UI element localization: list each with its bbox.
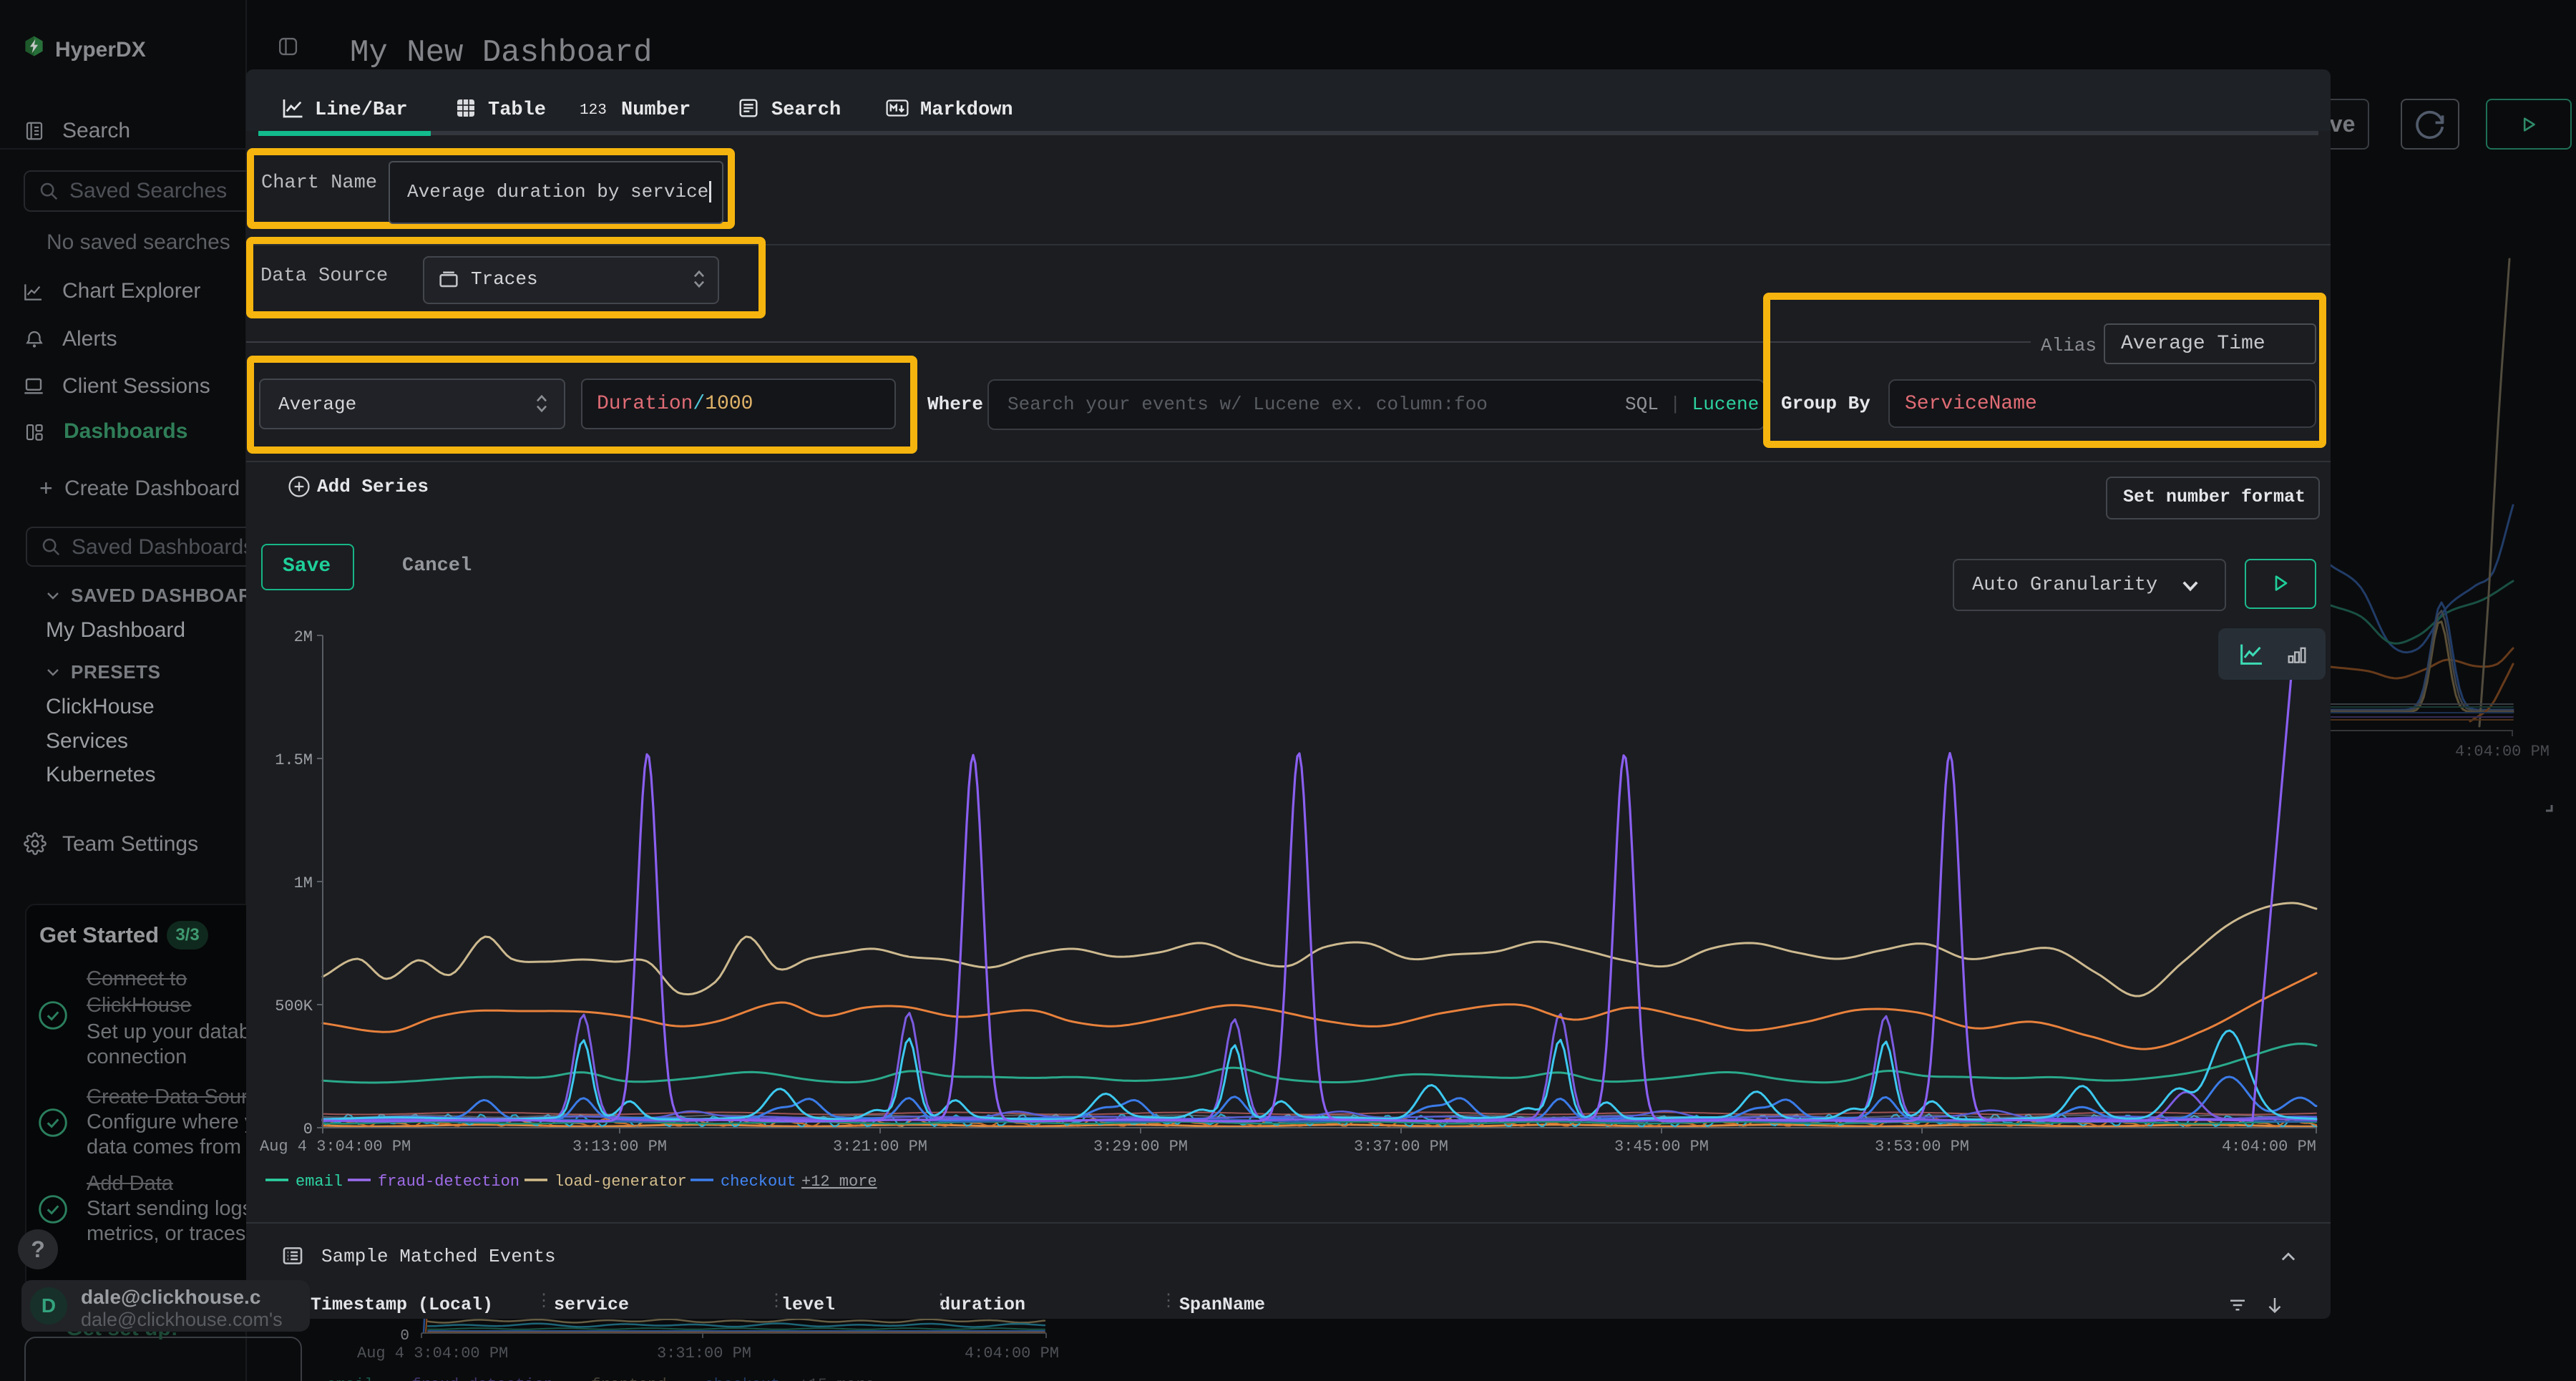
svg-text:3:31:00 PM: 3:31:00 PM <box>657 1345 751 1362</box>
svg-text:2M: 2M <box>294 628 313 646</box>
svg-text:3:53:00 PM: 3:53:00 PM <box>1875 1138 1969 1156</box>
svg-text:0: 0 <box>400 1328 409 1345</box>
svg-text:3:13:00 PM: 3:13:00 PM <box>572 1138 667 1156</box>
svg-text:3:29:00 PM: 3:29:00 PM <box>1093 1138 1188 1156</box>
svg-text:checkout: checkout <box>721 1173 796 1191</box>
svg-text:3:37:00 PM: 3:37:00 PM <box>1354 1138 1448 1156</box>
svg-text:Aug 4 3:04:00 PM: Aug 4 3:04:00 PM <box>260 1138 411 1156</box>
svg-text:500K: 500K <box>275 997 313 1015</box>
svg-text:0: 0 <box>303 1121 313 1138</box>
svg-text:4:04:00 PM: 4:04:00 PM <box>2222 1138 2316 1156</box>
svg-text:1.5M: 1.5M <box>275 751 313 769</box>
svg-text:email: email <box>296 1173 343 1191</box>
svg-text:4:04:00 PM: 4:04:00 PM <box>2455 743 2550 761</box>
svg-text:+12 more: +12 more <box>801 1173 877 1191</box>
svg-text:fraud-detection: fraud-detection <box>378 1173 519 1191</box>
svg-text:4:04:00 PM: 4:04:00 PM <box>965 1345 1059 1362</box>
svg-text:load-generator: load-generator <box>555 1173 687 1191</box>
svg-text:1M: 1M <box>294 874 313 892</box>
svg-text:Aug 4 3:04:00 PM: Aug 4 3:04:00 PM <box>357 1345 508 1362</box>
svg-text:3:21:00 PM: 3:21:00 PM <box>833 1138 927 1156</box>
svg-text:3:45:00 PM: 3:45:00 PM <box>1614 1138 1709 1156</box>
